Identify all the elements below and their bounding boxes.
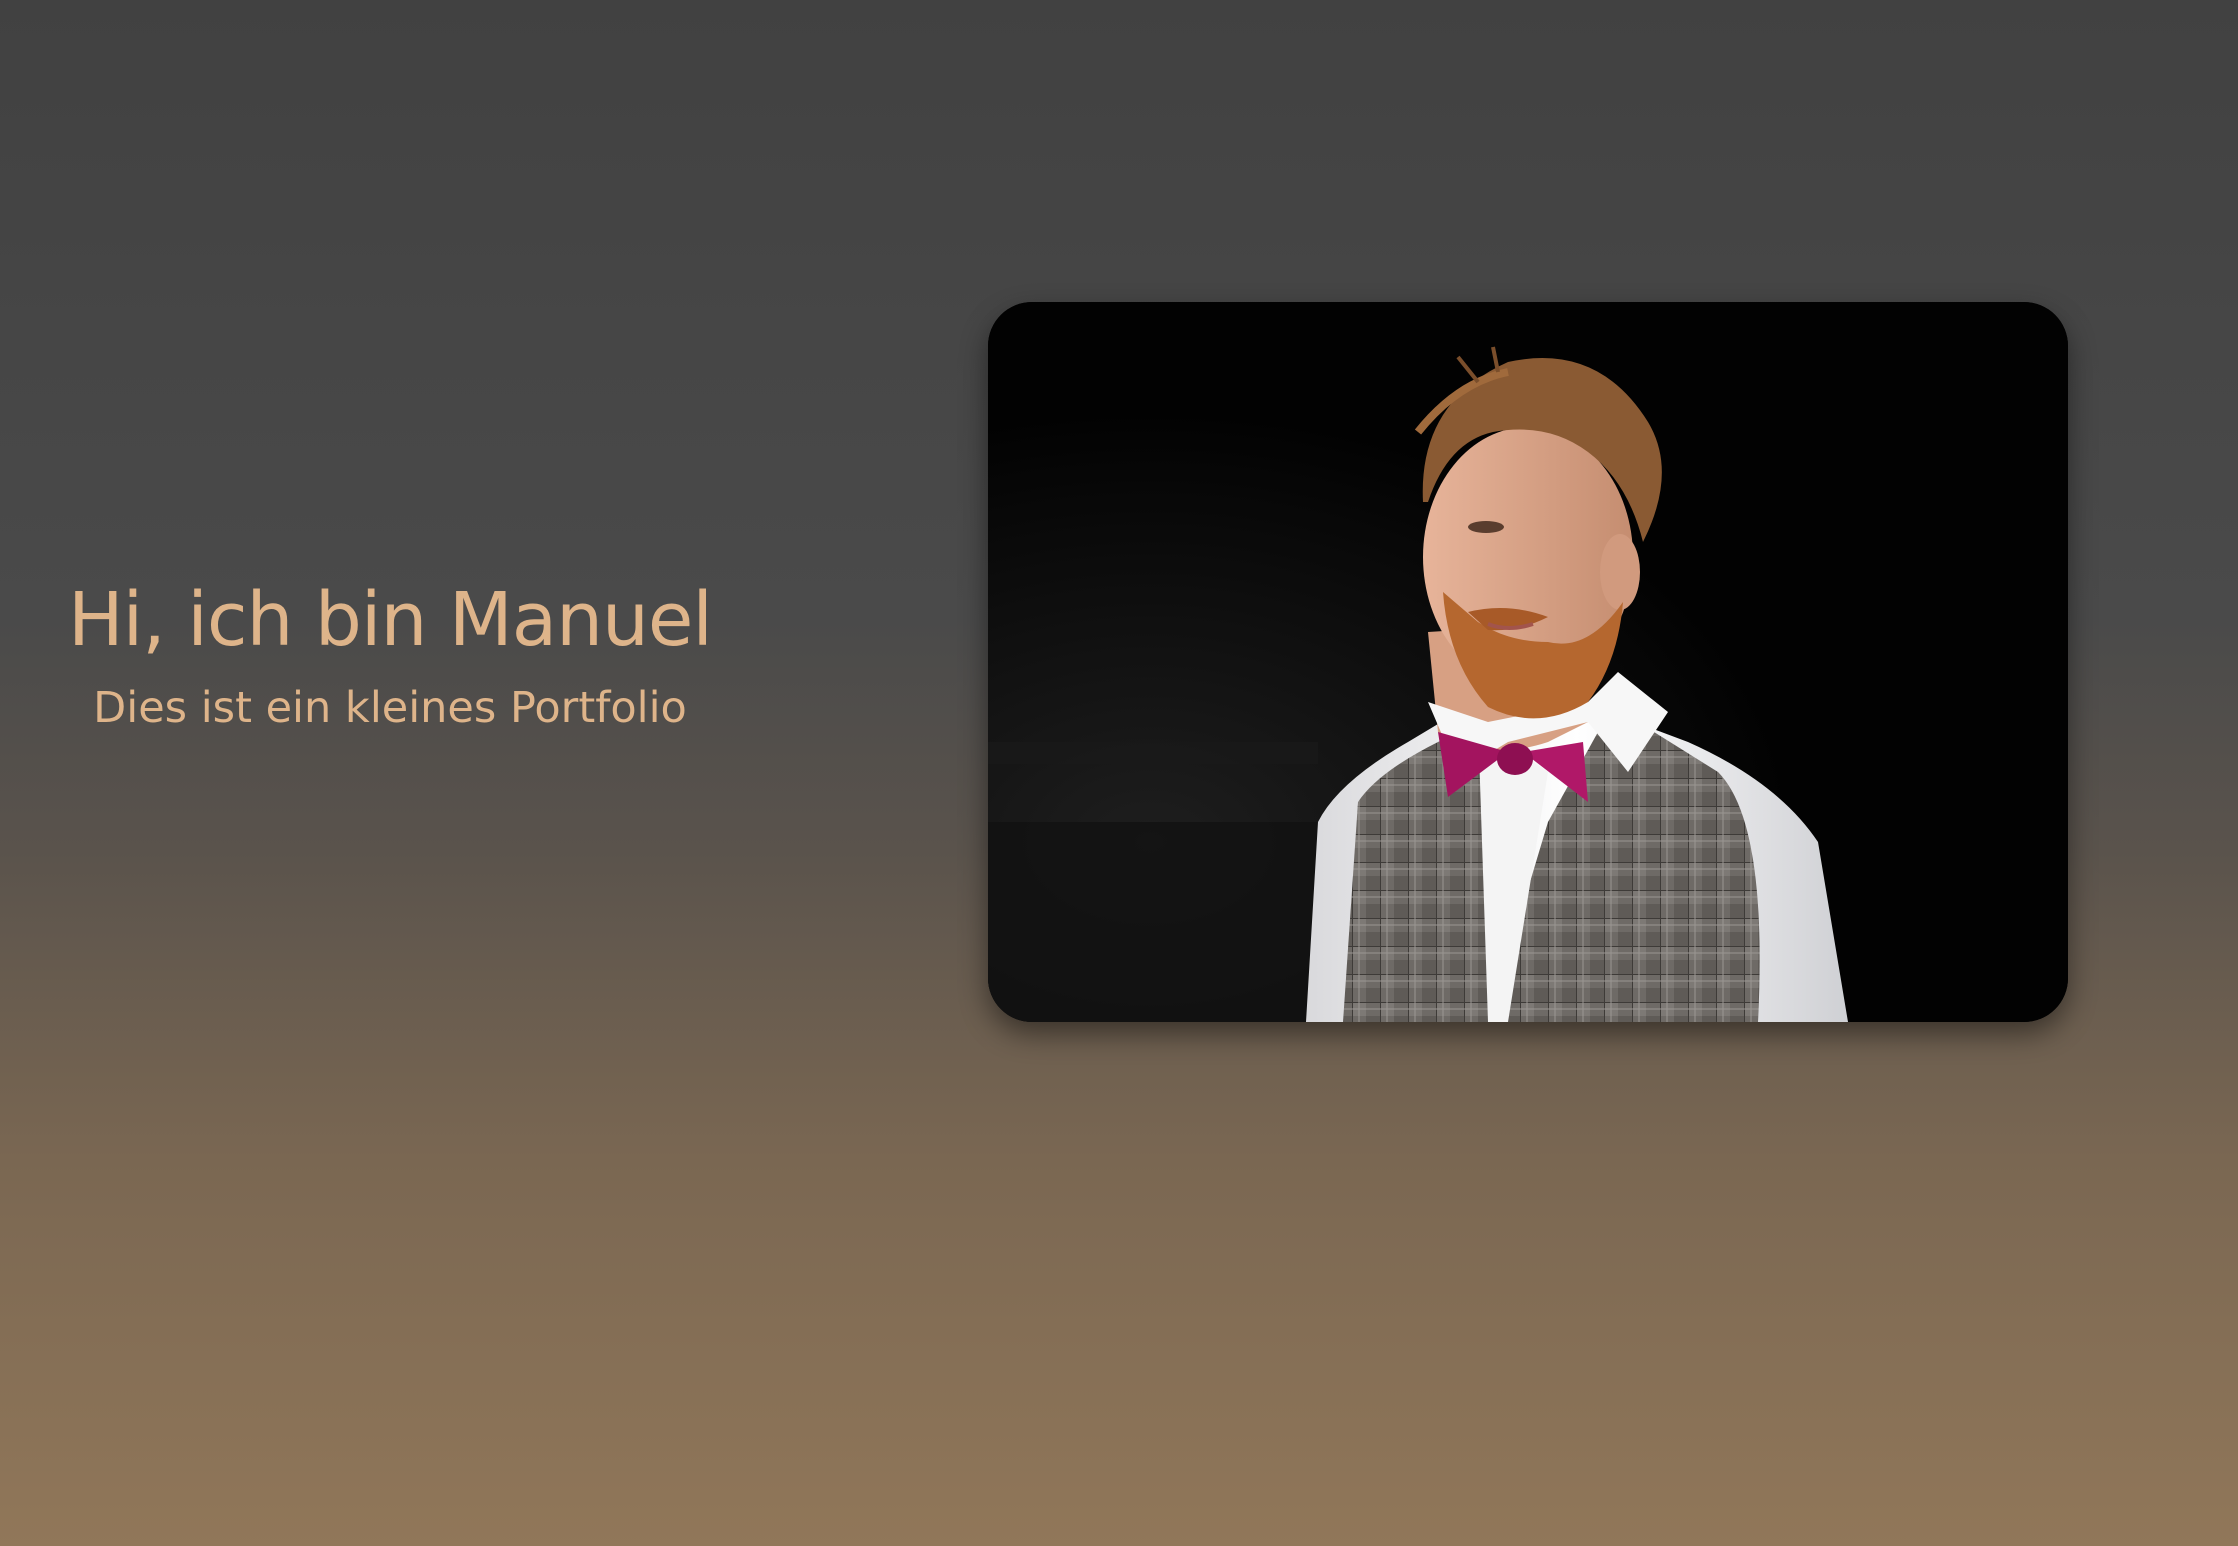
portrait-photo	[988, 302, 2068, 1022]
portrait-illustration	[988, 302, 2068, 1022]
hero-subtitle: Dies ist ein kleines Portfolio	[93, 683, 687, 733]
hero-intro: Hi, ich bin Manuel Dies ist ein kleines …	[60, 570, 720, 738]
hero-title: Hi, ich bin Manuel	[68, 577, 713, 663]
hero-section: Hi, ich bin Manuel Dies ist ein kleines …	[0, 0, 2238, 1546]
